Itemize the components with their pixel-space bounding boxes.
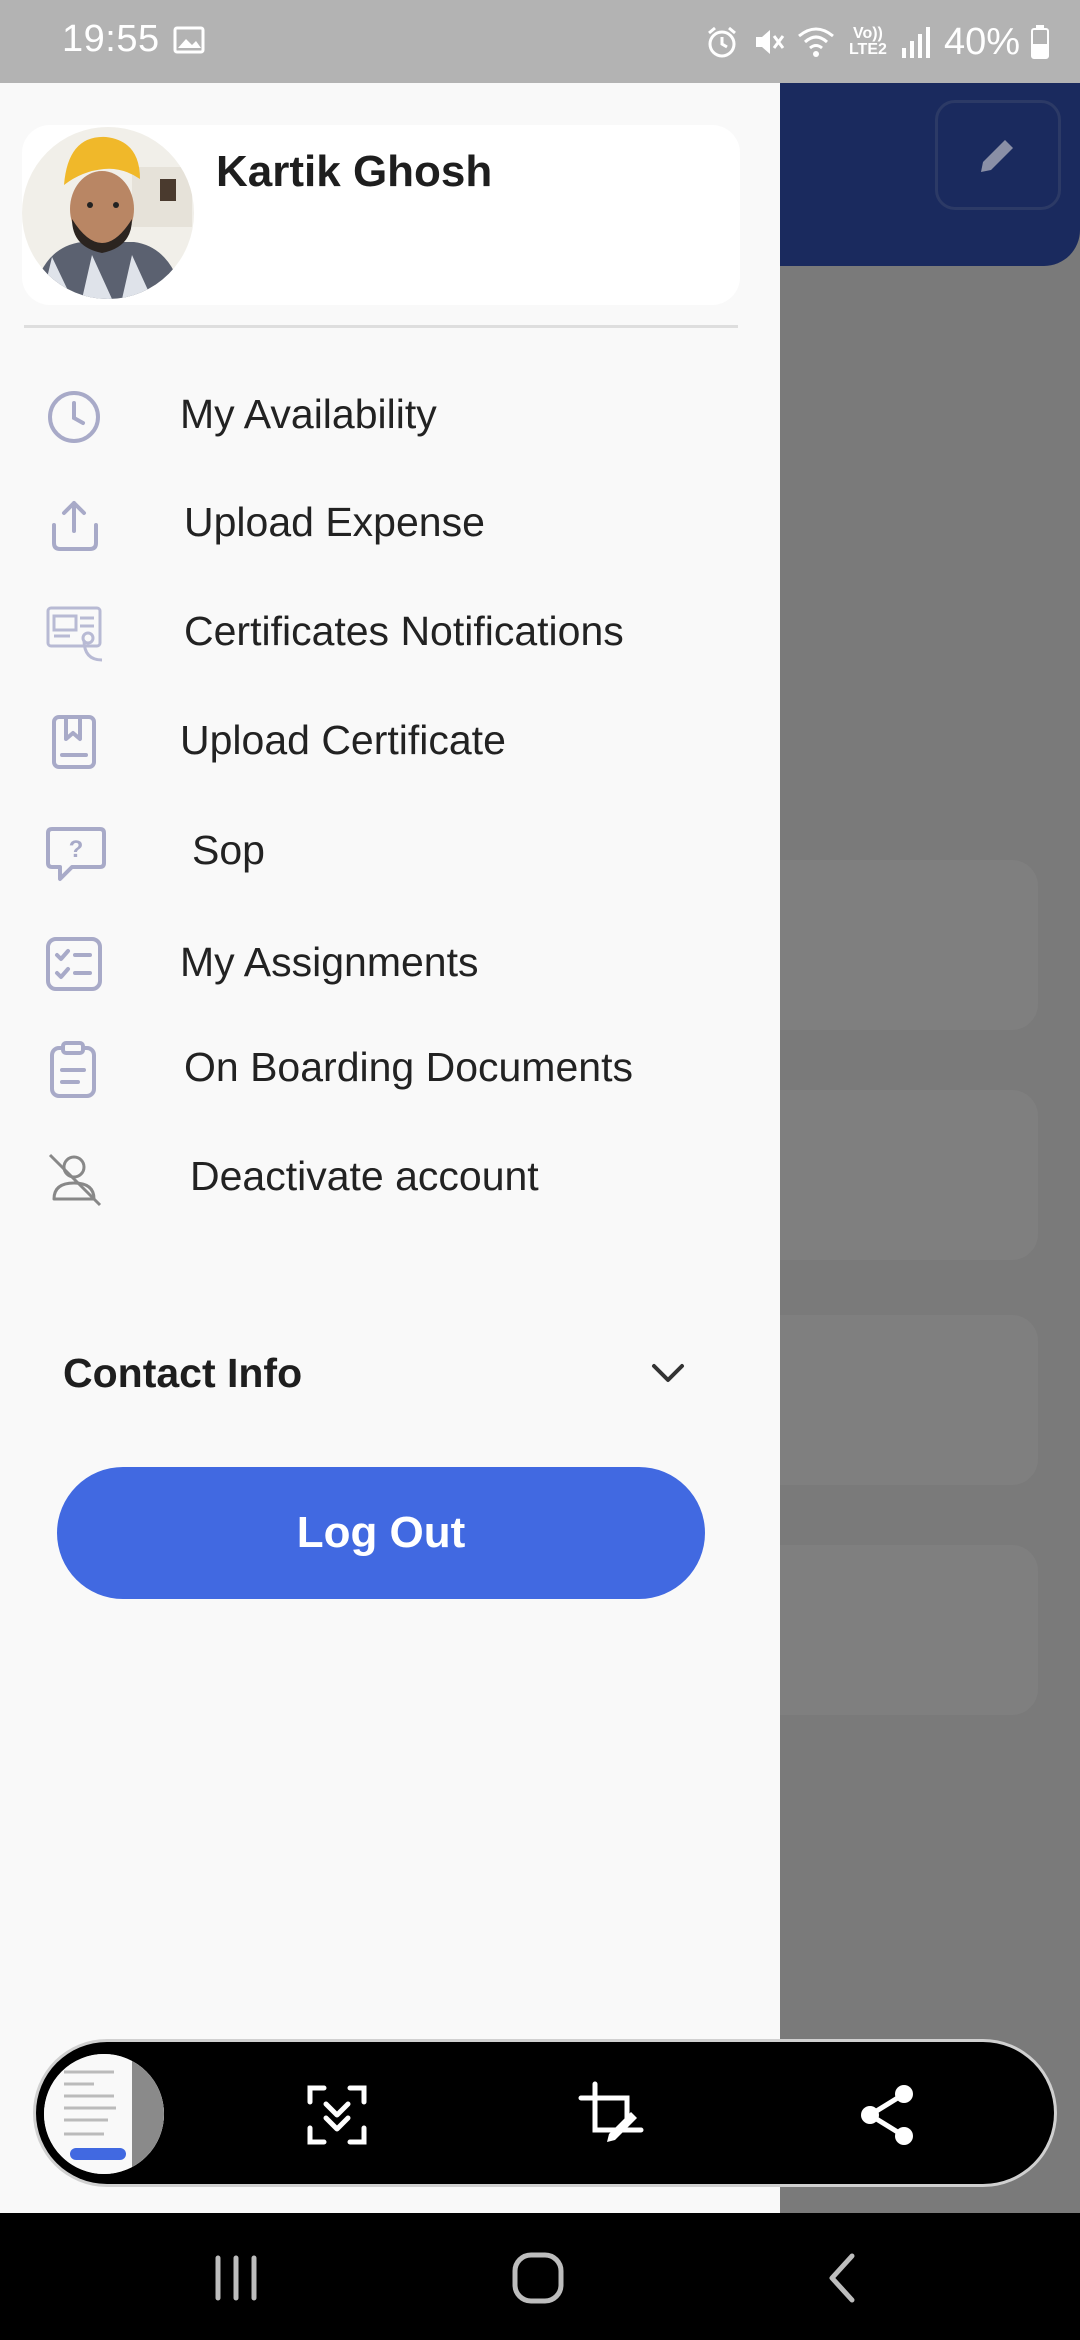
image-icon	[173, 26, 205, 54]
certificate-icon	[52, 715, 96, 769]
background-card	[780, 860, 1038, 1030]
menu-item-deactivate-account[interactable]: Deactivate account	[0, 1131, 760, 1221]
battery-percent: 40%	[943, 20, 1020, 63]
clock-icon	[48, 391, 100, 443]
menu-label: Upload Certificate	[180, 717, 506, 763]
menu-item-upload-expense[interactable]: Upload Expense	[0, 477, 760, 567]
avatar[interactable]	[22, 127, 194, 299]
scroll-capture-icon[interactable]	[302, 2080, 372, 2150]
menu-label: On Boarding Documents	[184, 1044, 633, 1090]
menu-label: Certificates Notifications	[184, 608, 624, 654]
battery-icon	[1031, 25, 1049, 59]
checklist-icon	[46, 937, 102, 991]
menu-label: Deactivate account	[190, 1153, 539, 1199]
status-time: 19:55	[62, 18, 160, 60]
background-card	[780, 1315, 1038, 1485]
avatar-photo	[22, 127, 194, 299]
menu-label: My Assignments	[180, 939, 479, 985]
wifi-icon	[797, 27, 834, 57]
edit-button	[935, 100, 1061, 210]
chevron-down-icon	[652, 1364, 684, 1382]
profile-name[interactable]: Kartik Ghosh	[216, 147, 492, 197]
user-off-icon	[48, 1153, 102, 1207]
divider	[24, 325, 738, 328]
status-icons: Vo)) LTE2 40%	[704, 14, 1050, 70]
clipboard-icon	[50, 1041, 96, 1098]
menu-item-my-availability[interactable]: My Availability	[0, 369, 760, 459]
background-card	[780, 1090, 1038, 1260]
menu-item-sop[interactable]: ? Sop	[0, 805, 760, 895]
upload-icon	[52, 501, 98, 551]
menu-label: Sop	[192, 827, 265, 873]
contact-info-label: Contact Info	[63, 1350, 303, 1396]
home-icon[interactable]	[508, 2250, 568, 2306]
share-icon[interactable]	[852, 2080, 922, 2150]
menu-label: Upload Expense	[184, 499, 485, 545]
svg-text:?: ?	[69, 836, 84, 863]
contact-info-toggle[interactable]: Contact Info	[0, 1328, 780, 1418]
status-bar: 19:55 Vo)) LTE2 40%	[0, 0, 1080, 83]
menu-item-certificates-notifications[interactable]: Certificates Notifications	[0, 586, 760, 676]
navigation-drawer: Kartik Ghosh My Availability Upload Expe…	[0, 83, 780, 2213]
background-card	[780, 1545, 1038, 1715]
recent-apps-icon[interactable]	[206, 2250, 266, 2306]
menu-label: My Availability	[180, 391, 437, 437]
menu-item-upload-certificate[interactable]: Upload Certificate	[0, 695, 760, 785]
certificate-notification-icon	[46, 606, 103, 662]
screenshot-thumbnail[interactable]	[40, 2050, 168, 2178]
menu-item-my-assignments[interactable]: My Assignments	[0, 917, 760, 1007]
network-label: Vo)) LTE2	[848, 25, 887, 58]
alarm-icon	[707, 26, 736, 58]
signal-icon	[901, 27, 930, 58]
help-chat-icon: ?	[46, 827, 106, 881]
crop-edit-icon[interactable]	[577, 2080, 647, 2150]
mute-icon	[755, 30, 785, 54]
pencil-icon	[981, 140, 1013, 172]
menu-item-on-boarding-documents[interactable]: On Boarding Documents	[0, 1022, 760, 1112]
logout-button[interactable]: Log Out	[57, 1467, 705, 1599]
back-icon[interactable]	[812, 2250, 872, 2306]
